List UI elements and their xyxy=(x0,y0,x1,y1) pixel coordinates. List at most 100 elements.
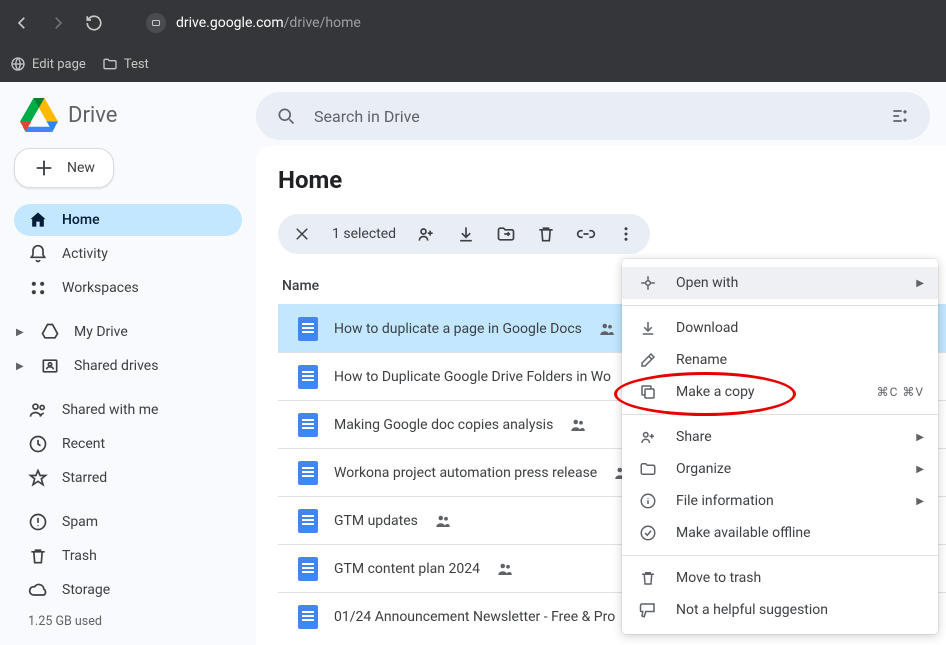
rename-icon xyxy=(638,350,658,370)
menu-label: File information xyxy=(676,493,774,509)
link-button[interactable] xyxy=(576,224,596,244)
chevron-right-icon: ▶ xyxy=(16,361,26,372)
copy-icon xyxy=(638,382,658,402)
workspaces-icon xyxy=(28,278,48,298)
sidebar-item-home[interactable]: Home xyxy=(14,204,242,236)
search-input[interactable]: Search in Drive xyxy=(256,92,930,140)
download-icon xyxy=(638,318,658,338)
browser-reload-button[interactable] xyxy=(82,11,106,35)
nav-system: Spam Trash Storage xyxy=(14,506,256,608)
menu-label: Make available offline xyxy=(676,525,811,541)
chevron-right-icon: ▶ xyxy=(916,278,924,289)
cloud-icon xyxy=(28,580,48,600)
sidebar-item-starred[interactable]: Starred xyxy=(14,462,242,494)
my-drive-icon xyxy=(40,322,60,342)
sidebar-item-label: My Drive xyxy=(74,324,128,340)
menu-label: Not a helpful suggestion xyxy=(676,602,828,618)
menu-rename[interactable]: Rename xyxy=(622,344,938,376)
browser-back-button[interactable] xyxy=(10,11,34,35)
docs-icon xyxy=(298,413,318,437)
home-icon xyxy=(28,210,48,230)
sidebar-item-label: Shared with me xyxy=(62,402,158,418)
nav-access: Shared with me Recent Starred xyxy=(14,394,256,496)
info-icon xyxy=(638,491,658,511)
shared-icon xyxy=(569,416,587,434)
sidebar-item-label: Activity xyxy=(62,246,108,262)
menu-divider xyxy=(622,414,938,415)
menu-move-to-trash[interactable]: Move to trash xyxy=(622,562,938,594)
folder-icon xyxy=(638,459,658,479)
more-button[interactable] xyxy=(616,224,636,244)
trash-icon xyxy=(638,568,658,588)
menu-download[interactable]: Download xyxy=(622,312,938,344)
site-info-icon[interactable] xyxy=(146,13,166,33)
offline-icon xyxy=(638,523,658,543)
menu-divider xyxy=(622,555,938,556)
menu-divider xyxy=(622,305,938,306)
bookmark-test[interactable]: Test xyxy=(102,56,149,72)
bookmark-edit-page[interactable]: Edit page xyxy=(10,56,86,72)
sidebar-item-label: Workspaces xyxy=(62,280,139,296)
sidebar-item-label: Recent xyxy=(62,436,105,452)
close-selection-button[interactable] xyxy=(292,224,312,244)
sidebar-item-workspaces[interactable]: Workspaces xyxy=(14,272,242,304)
menu-file-info[interactable]: File information ▶ xyxy=(622,485,938,517)
file-title: 01/24 Announcement Newsletter - Free & P… xyxy=(334,609,615,625)
filter-icon[interactable] xyxy=(890,106,910,126)
menu-organize[interactable]: Organize ▶ xyxy=(622,453,938,485)
address-bar[interactable]: drive.google.com/drive/home xyxy=(146,13,361,33)
search-row: Search in Drive xyxy=(256,82,946,146)
menu-label: Move to trash xyxy=(676,570,761,586)
menu-offline[interactable]: Make available offline xyxy=(622,517,938,549)
url-text: drive.google.com/drive/home xyxy=(176,15,361,31)
brand-name: Drive xyxy=(68,103,117,128)
sidebar-item-trash[interactable]: Trash xyxy=(14,540,242,572)
browser-forward-button[interactable] xyxy=(46,11,70,35)
sidebar-item-shared-drives[interactable]: ▶ Shared drives xyxy=(14,350,242,382)
menu-open-with[interactable]: Open with ▶ xyxy=(622,267,938,299)
file-title: GTM updates xyxy=(334,513,418,529)
chevron-right-icon: ▶ xyxy=(16,327,26,338)
storage-used-text: 1.25 GB used xyxy=(14,608,256,635)
shared-icon xyxy=(598,320,616,338)
file-title: GTM content plan 2024 xyxy=(334,561,480,577)
menu-label: Open with xyxy=(676,275,738,291)
drive-logo-icon xyxy=(20,98,58,132)
browser-chrome: drive.google.com/drive/home Edit page Te… xyxy=(0,0,946,82)
sidebar-item-spam[interactable]: Spam xyxy=(14,506,242,538)
brand[interactable]: Drive xyxy=(14,92,256,148)
thumbs-down-icon xyxy=(638,600,658,620)
sidebar-item-label: Home xyxy=(62,212,100,228)
chevron-right-icon: ▶ xyxy=(916,464,924,475)
sidebar-item-my-drive[interactable]: ▶ My Drive xyxy=(14,316,242,348)
sidebar-item-storage[interactable]: Storage xyxy=(14,574,242,606)
delete-button[interactable] xyxy=(536,224,556,244)
docs-icon xyxy=(298,365,318,389)
new-button[interactable]: New xyxy=(14,148,114,188)
menu-label: Make a copy xyxy=(676,384,755,400)
selection-count: 1 selected xyxy=(332,226,396,242)
shared-drives-icon xyxy=(40,356,60,376)
sidebar-item-activity[interactable]: Activity xyxy=(14,238,242,270)
menu-not-helpful[interactable]: Not a helpful suggestion xyxy=(622,594,938,626)
sidebar-item-label: Spam xyxy=(62,514,98,530)
docs-icon xyxy=(298,605,318,629)
share-icon xyxy=(638,427,658,447)
docs-icon xyxy=(298,317,318,341)
file-title: How to duplicate a page in Google Docs xyxy=(334,321,582,337)
download-button[interactable] xyxy=(456,224,476,244)
share-button[interactable] xyxy=(416,224,436,244)
sidebar: Drive New Home Activity Workspaces ▶ xyxy=(0,82,256,645)
sidebar-item-shared-with-me[interactable]: Shared with me xyxy=(14,394,242,426)
sidebar-item-recent[interactable]: Recent xyxy=(14,428,242,460)
sidebar-item-label: Shared drives xyxy=(74,358,158,374)
menu-make-copy[interactable]: Make a copy ⌘C ⌘V xyxy=(622,376,938,408)
trash-icon xyxy=(28,546,48,566)
file-title: Workona project automation press release xyxy=(334,465,597,481)
menu-share[interactable]: Share ▶ xyxy=(622,421,938,453)
bell-icon xyxy=(28,244,48,264)
context-menu: Open with ▶ Download Rename Make a copy … xyxy=(622,259,938,634)
docs-icon xyxy=(298,509,318,533)
selection-action-bar: 1 selected xyxy=(278,214,650,254)
move-button[interactable] xyxy=(496,224,516,244)
